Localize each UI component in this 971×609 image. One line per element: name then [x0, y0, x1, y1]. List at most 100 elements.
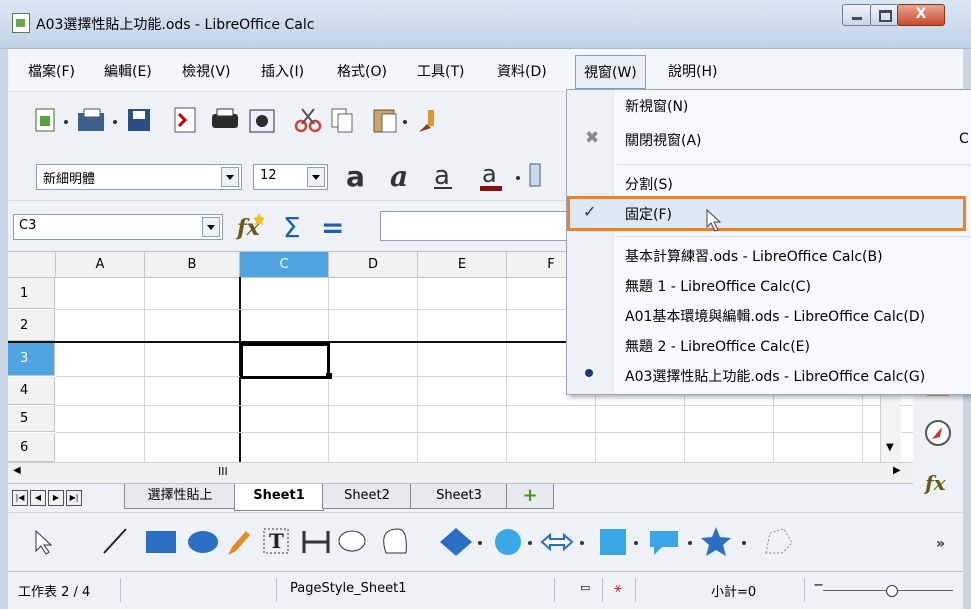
callout-tool-icon[interactable] — [338, 530, 366, 552]
sheet-tab-paste-special[interactable]: 選擇性貼上 — [124, 484, 236, 509]
rectangle-tool-icon[interactable] — [146, 531, 176, 553]
italic-icon[interactable]: a — [390, 160, 408, 193]
stars-icon[interactable] — [701, 527, 731, 556]
font-size-box[interactable]: 12 — [253, 164, 328, 190]
row-header-4[interactable]: 4 — [8, 377, 55, 405]
column-header-c[interactable]: C — [240, 252, 329, 278]
menu-window[interactable]: 視窗(W) — [575, 55, 646, 89]
menu-item-window-1[interactable]: 基本計算練習.ods - LibreOffice Calc(B) — [625, 246, 883, 266]
block-arrows-dropdown-icon[interactable] — [580, 541, 584, 545]
zoom-out-icon[interactable]: − — [813, 578, 824, 593]
next-sheet-button[interactable]: ▶ — [48, 490, 64, 506]
points-icon[interactable] — [765, 528, 793, 554]
line-tool-icon[interactable] — [103, 528, 127, 554]
function-wizard-icon[interactable]: fx — [235, 213, 265, 241]
calc-app-icon[interactable] — [12, 13, 30, 33]
menu-item-window-5[interactable]: A03選擇性貼上功能.ods - LibreOffice Calc(G) — [625, 366, 925, 386]
scrollbar-grip[interactable]: III — [218, 465, 228, 478]
symbol-shapes-icon[interactable] — [495, 529, 521, 555]
function-equals-icon[interactable]: = — [321, 211, 344, 243]
add-sheet-icon[interactable]: + — [506, 484, 554, 509]
column-header-b[interactable]: B — [145, 252, 240, 278]
functions-icon[interactable]: fx — [923, 471, 947, 495]
corner-select-all[interactable] — [8, 252, 56, 278]
new-dropdown-icon[interactable] — [64, 120, 68, 124]
sum-icon[interactable]: Σ — [283, 211, 301, 243]
name-box[interactable]: C3 — [13, 214, 223, 240]
ellipse-tool-icon[interactable] — [188, 531, 218, 553]
text-box-icon[interactable]: T — [263, 528, 289, 554]
flowchart-icon[interactable] — [600, 529, 626, 555]
sum-display[interactable]: 小計=0 — [711, 581, 756, 600]
open-dropdown-icon[interactable] — [113, 120, 117, 124]
column-header-d[interactable]: D — [329, 252, 418, 278]
save-icon[interactable] — [128, 109, 150, 131]
export-pdf-icon[interactable] — [174, 107, 196, 133]
copy-icon[interactable] — [331, 108, 353, 133]
freeform-pencil-icon[interactable] — [228, 531, 250, 555]
horizontal-scrollbar[interactable]: ◀ III ▶ — [8, 462, 913, 483]
menu-data[interactable]: 資料(D) — [497, 61, 547, 81]
connector-tool-icon[interactable] — [302, 531, 330, 553]
bold-icon[interactable]: a — [346, 160, 365, 193]
active-cell-c3[interactable] — [240, 343, 330, 379]
font-name-box[interactable]: 新細明體 — [36, 164, 242, 190]
menu-item-window-2[interactable]: 無題 1 - LibreOffice Calc(C) — [625, 276, 811, 296]
zoom-slider-thumb[interactable] — [886, 585, 898, 597]
fill-handle[interactable] — [326, 373, 332, 379]
row-header-2[interactable]: 2 — [8, 310, 55, 341]
row-header-5[interactable]: 5 — [8, 406, 55, 432]
close-button[interactable]: X — [897, 4, 945, 26]
block-arrows-icon[interactable] — [540, 532, 574, 552]
more-toolbar-chevron-icon[interactable]: » — [936, 536, 945, 552]
sheet-tab-sheet1[interactable]: Sheet1 — [234, 484, 324, 511]
select-pointer-icon[interactable] — [35, 529, 53, 555]
open-folder-icon[interactable] — [78, 108, 104, 131]
menu-file[interactable]: 檔案(F) — [28, 61, 75, 81]
row-header-1[interactable]: 1 — [8, 278, 55, 309]
minimize-button[interactable] — [842, 4, 872, 26]
callouts-icon[interactable] — [650, 531, 678, 555]
prev-sheet-button[interactable]: ◀ — [30, 490, 46, 506]
maximize-button[interactable] — [870, 4, 899, 26]
column-header-e[interactable]: E — [418, 252, 507, 278]
menu-tools[interactable]: 工具(T) — [417, 61, 464, 81]
scroll-right-arrow-icon[interactable]: ▶ — [893, 465, 901, 476]
font-color-icon[interactable]: a — [480, 160, 502, 191]
row-header-3[interactable]: 3 — [8, 342, 55, 376]
menu-item-window-4[interactable]: 無題 2 - LibreOffice Calc(E) — [625, 336, 810, 356]
stars-dropdown-icon[interactable] — [742, 541, 746, 545]
cut-icon[interactable] — [294, 108, 322, 133]
font-size-dropdown-arrow[interactable] — [307, 167, 325, 187]
selection-mode-icon[interactable]: ▭ — [580, 581, 590, 594]
paste-dropdown-icon[interactable] — [403, 120, 407, 124]
symbol-shapes-dropdown-icon[interactable] — [528, 541, 532, 545]
menu-help[interactable]: 說明(H) — [668, 61, 717, 81]
menu-item-freeze[interactable]: 固定(F) — [625, 204, 672, 224]
page-style[interactable]: PageStyle_Sheet1 — [290, 581, 406, 596]
font-color-dropdown-icon[interactable] — [516, 176, 520, 180]
menu-format[interactable]: 格式(O) — [337, 61, 387, 81]
menu-item-close-window[interactable]: 關閉視窗(A) — [625, 130, 702, 150]
column-header-a[interactable]: A — [56, 252, 145, 278]
format-paintbrush-icon[interactable] — [419, 110, 434, 132]
menu-insert[interactable]: 插入(I) — [261, 61, 304, 81]
menu-item-split[interactable]: 分割(S) — [625, 174, 673, 194]
last-sheet-button[interactable]: ▶| — [66, 490, 82, 506]
sheet-tab-sheet2[interactable]: Sheet2 — [322, 484, 412, 509]
menu-view[interactable]: 檢視(V) — [182, 61, 231, 81]
new-document-icon[interactable] — [35, 108, 55, 132]
print-preview-icon[interactable] — [249, 109, 275, 133]
sheet-tab-sheet3[interactable]: Sheet3 — [410, 484, 508, 509]
document-modified-icon[interactable]: ⚹ — [614, 581, 622, 596]
navigator-icon[interactable] — [925, 420, 951, 446]
basic-shapes-icon[interactable] — [440, 528, 472, 556]
scroll-left-arrow-icon[interactable]: ◀ — [13, 465, 21, 476]
scroll-down-arrow-icon[interactable]: ▼ — [886, 442, 894, 453]
basic-shapes-dropdown-icon[interactable] — [478, 541, 482, 545]
menu-item-new-window[interactable]: 新視窗(N) — [625, 96, 688, 116]
highlight-icon[interactable] — [529, 163, 541, 187]
menu-item-window-3[interactable]: A01基本環境與編輯.ods - LibreOffice Calc(D) — [625, 306, 925, 326]
menu-edit[interactable]: 編輯(E) — [104, 61, 152, 81]
underline-icon[interactable]: a — [434, 161, 452, 191]
